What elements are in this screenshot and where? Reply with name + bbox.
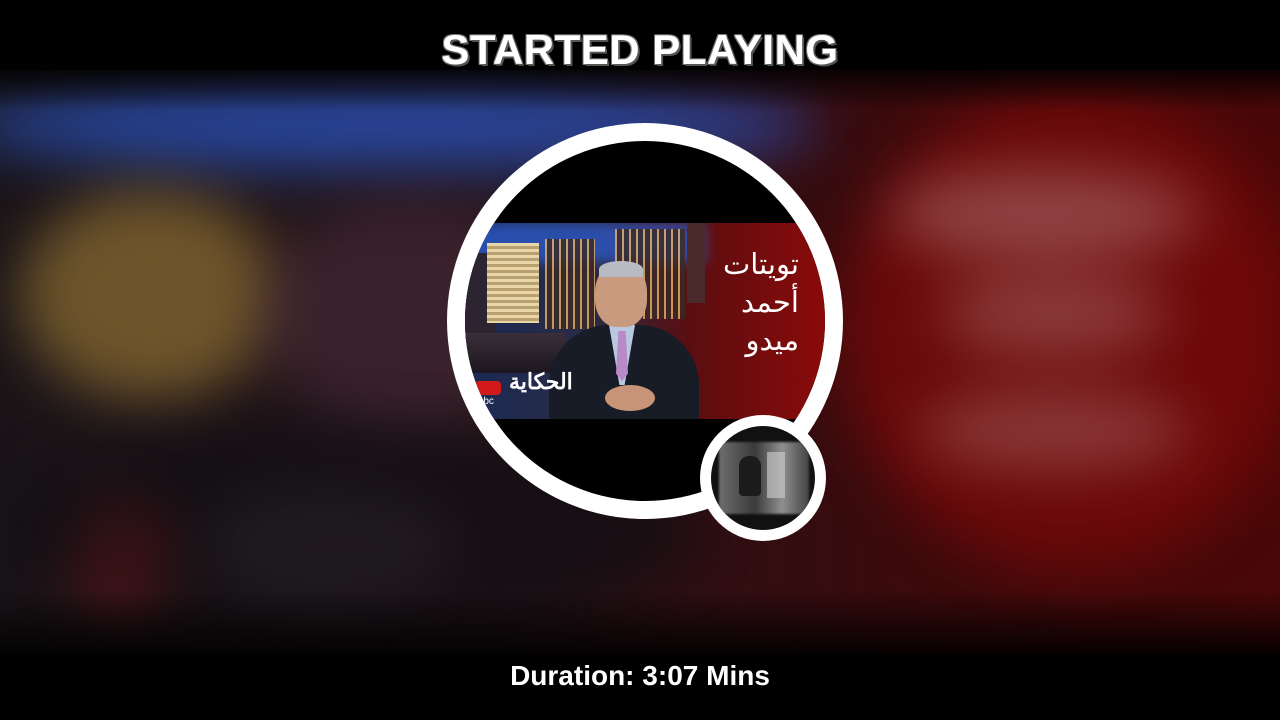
duration-label: Duration: [510,660,643,691]
show-logo: الحكاية [509,369,573,395]
duration-text: Duration: 3:07 Mins [0,660,1280,692]
presenter [549,261,699,419]
status-title: STARTED PLAYING [441,26,839,73]
secondary-thumbnail-frame [711,426,815,530]
thumbnail-overlay-text: تويتات أحمد ميدو [689,245,799,359]
channel-logo-icon [475,381,501,395]
channel-logo-text: mbc [475,396,494,407]
overlay-line: ميدو [745,323,799,357]
player-overlay: STARTED PLAYING تويتات أحمد ميدو الحكاية… [0,0,1280,720]
secondary-thumbnail[interactable] [700,415,826,541]
hotel-building [487,243,539,323]
overlay-line: تويتات [722,247,799,281]
duration-value: 3:07 Mins [642,660,770,691]
channel-logo: mbc [475,381,501,411]
overlay-line: أحمد [741,285,799,319]
thumbnail-image: تويتات أحمد ميدو الحكاية mbc [465,223,825,419]
